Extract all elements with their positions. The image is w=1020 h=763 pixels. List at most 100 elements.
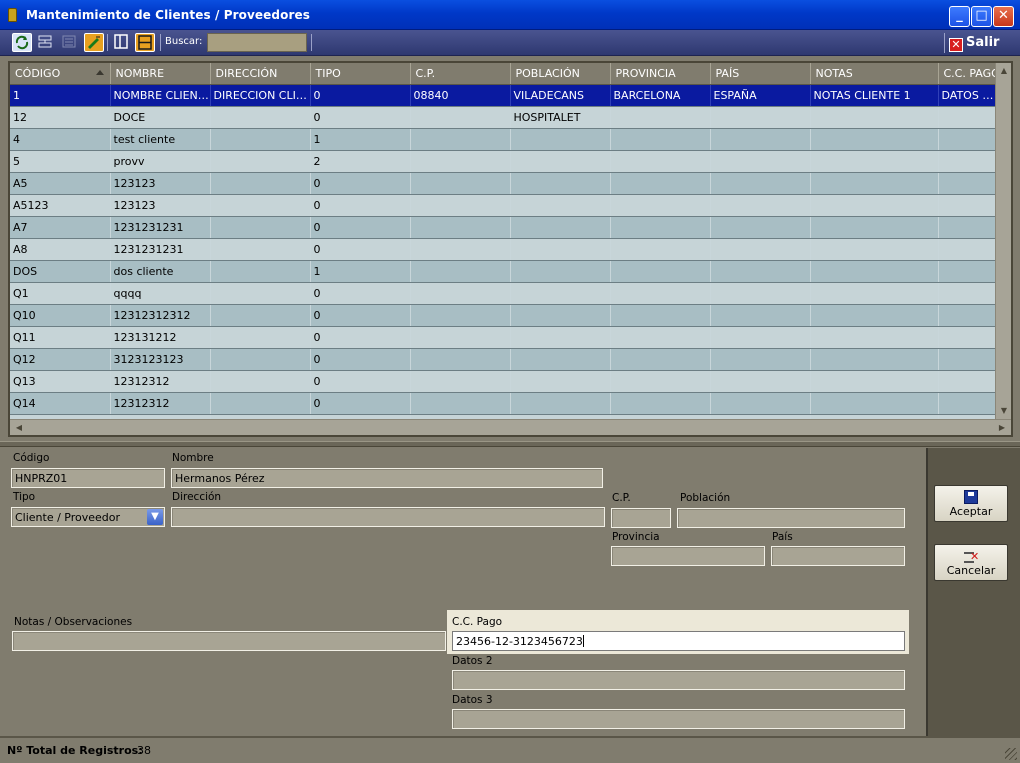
table-cell[interactable]	[810, 238, 939, 261]
table-cell[interactable]: Q13	[10, 370, 111, 393]
table-cell[interactable]	[810, 172, 939, 195]
table-cell[interactable]	[210, 172, 311, 195]
table-cell[interactable]: qqqq	[110, 282, 211, 305]
table-cell[interactable]: 12312312312	[110, 304, 211, 327]
table-cell[interactable]: 4	[10, 128, 111, 151]
table-cell[interactable]: 5	[10, 150, 111, 173]
table-cell[interactable]	[610, 282, 711, 305]
close-button[interactable]: ✕	[993, 6, 1014, 27]
table-cell[interactable]: 123131212	[110, 326, 211, 349]
table-cell[interactable]: test cliente	[110, 128, 211, 151]
maximize-button[interactable]: □	[971, 6, 992, 27]
table-cell[interactable]	[710, 128, 811, 151]
scroll-down-icon[interactable]: ▼	[997, 404, 1011, 418]
table-cell[interactable]	[510, 260, 611, 283]
table-cell[interactable]: 1	[310, 128, 411, 151]
table-row[interactable]: A7 1231231231 0	[10, 216, 996, 239]
table-row[interactable]: 5 provv 2	[10, 150, 996, 173]
table-cell[interactable]	[938, 128, 996, 151]
table-cell[interactable]	[210, 106, 311, 129]
table-cell[interactable]: ESPAÑA	[710, 84, 811, 107]
table-cell[interactable]	[510, 304, 611, 327]
table-cell[interactable]	[510, 128, 611, 151]
nombre-field[interactable]: Hermanos Pérez	[171, 468, 603, 488]
table-cell[interactable]	[810, 150, 939, 173]
table-row[interactable]: Q13 12312312 0	[10, 370, 996, 393]
table-cell[interactable]	[410, 326, 511, 349]
column-header[interactable]: NOTAS	[810, 63, 939, 85]
resize-grip-icon[interactable]	[1005, 748, 1017, 760]
table-cell[interactable]	[938, 150, 996, 173]
table-cell[interactable]	[710, 370, 811, 393]
table-cell[interactable]	[938, 326, 996, 349]
table-row[interactable]: Q14 12312312 0	[10, 392, 996, 415]
table-cell[interactable]	[210, 392, 311, 415]
cp-field[interactable]	[611, 508, 671, 528]
table-row[interactable]: Q1 qqqq 0	[10, 282, 996, 305]
table-cell[interactable]	[710, 282, 811, 305]
table-cell[interactable]	[810, 392, 939, 415]
table-cell[interactable]	[810, 106, 939, 129]
table-cell[interactable]	[410, 370, 511, 393]
table-cell[interactable]	[938, 370, 996, 393]
table-cell[interactable]: 0	[310, 370, 411, 393]
codigo-field[interactable]: HNPRZ01	[11, 468, 165, 488]
horizontal-scrollbar[interactable]: ◀ ▶	[10, 419, 1011, 435]
table-row[interactable]: Q10 12312312312 0	[10, 304, 996, 327]
table-cell[interactable]	[210, 282, 311, 305]
table-cell[interactable]	[610, 106, 711, 129]
table-cell[interactable]	[810, 370, 939, 393]
accept-button[interactable]: Aceptar	[934, 485, 1008, 522]
table-row[interactable]: A5 123123 0	[10, 172, 996, 195]
table-cell[interactable]	[938, 260, 996, 283]
table-cell[interactable]: A5123	[10, 194, 111, 217]
table-cell[interactable]	[410, 392, 511, 415]
column-header[interactable]: PROVINCIA	[610, 63, 711, 85]
table-cell[interactable]	[810, 348, 939, 371]
pais-field[interactable]	[771, 546, 905, 566]
table-cell[interactable]: 123123	[110, 194, 211, 217]
split-pane-icon[interactable]	[135, 33, 155, 52]
table-cell[interactable]: DOCE	[110, 106, 211, 129]
table-cell[interactable]	[210, 128, 311, 151]
table-cell[interactable]: 12312312	[110, 370, 211, 393]
table-cell[interactable]: A5	[10, 172, 111, 195]
table-cell[interactable]	[510, 150, 611, 173]
datos2-field[interactable]	[452, 670, 905, 690]
table-cell[interactable]: Q14	[10, 392, 111, 415]
table-cell[interactable]: 0	[310, 194, 411, 217]
table-cell[interactable]	[210, 238, 311, 261]
column-header[interactable]: POBLACIÓN	[510, 63, 611, 85]
table-cell[interactable]	[938, 392, 996, 415]
table-cell[interactable]	[410, 260, 511, 283]
table-cell[interactable]	[710, 238, 811, 261]
provincia-field[interactable]	[611, 546, 765, 566]
table-cell[interactable]	[938, 348, 996, 371]
table-cell[interactable]	[938, 194, 996, 217]
table-cell[interactable]	[710, 106, 811, 129]
table-cell[interactable]	[710, 194, 811, 217]
table-cell[interactable]	[938, 106, 996, 129]
exit-button[interactable]: ✕ Salir	[944, 33, 1014, 53]
table-cell[interactable]	[810, 326, 939, 349]
scroll-up-icon[interactable]: ▲	[997, 64, 1011, 78]
column-header[interactable]: C.C. PAGO	[938, 63, 996, 85]
table-cell[interactable]	[810, 282, 939, 305]
table-cell[interactable]	[810, 260, 939, 283]
table-cell[interactable]: 1	[10, 84, 111, 107]
table-cell[interactable]	[410, 216, 511, 239]
table-cell[interactable]: 0	[310, 348, 411, 371]
column-header[interactable]: C.P.	[410, 63, 511, 85]
records-grid[interactable]: CÓDIGO NOMBRE DIRECCIÓN TIPO C.P. POBLACIÓN PR…	[8, 61, 1013, 437]
table-cell[interactable]: DATOS 1 CLIENTE	[938, 84, 996, 107]
record-nav-icon[interactable]	[36, 33, 56, 52]
table-cell[interactable]: 2	[310, 150, 411, 173]
table-cell[interactable]: VILADECANS	[510, 84, 611, 107]
table-cell[interactable]	[410, 194, 511, 217]
table-cell[interactable]: 0	[310, 392, 411, 415]
table-cell[interactable]: 1231231231	[110, 216, 211, 239]
search-input[interactable]	[207, 33, 307, 52]
table-cell[interactable]: 0	[310, 216, 411, 239]
splitter[interactable]	[0, 441, 1020, 447]
table-cell[interactable]: 0	[310, 304, 411, 327]
